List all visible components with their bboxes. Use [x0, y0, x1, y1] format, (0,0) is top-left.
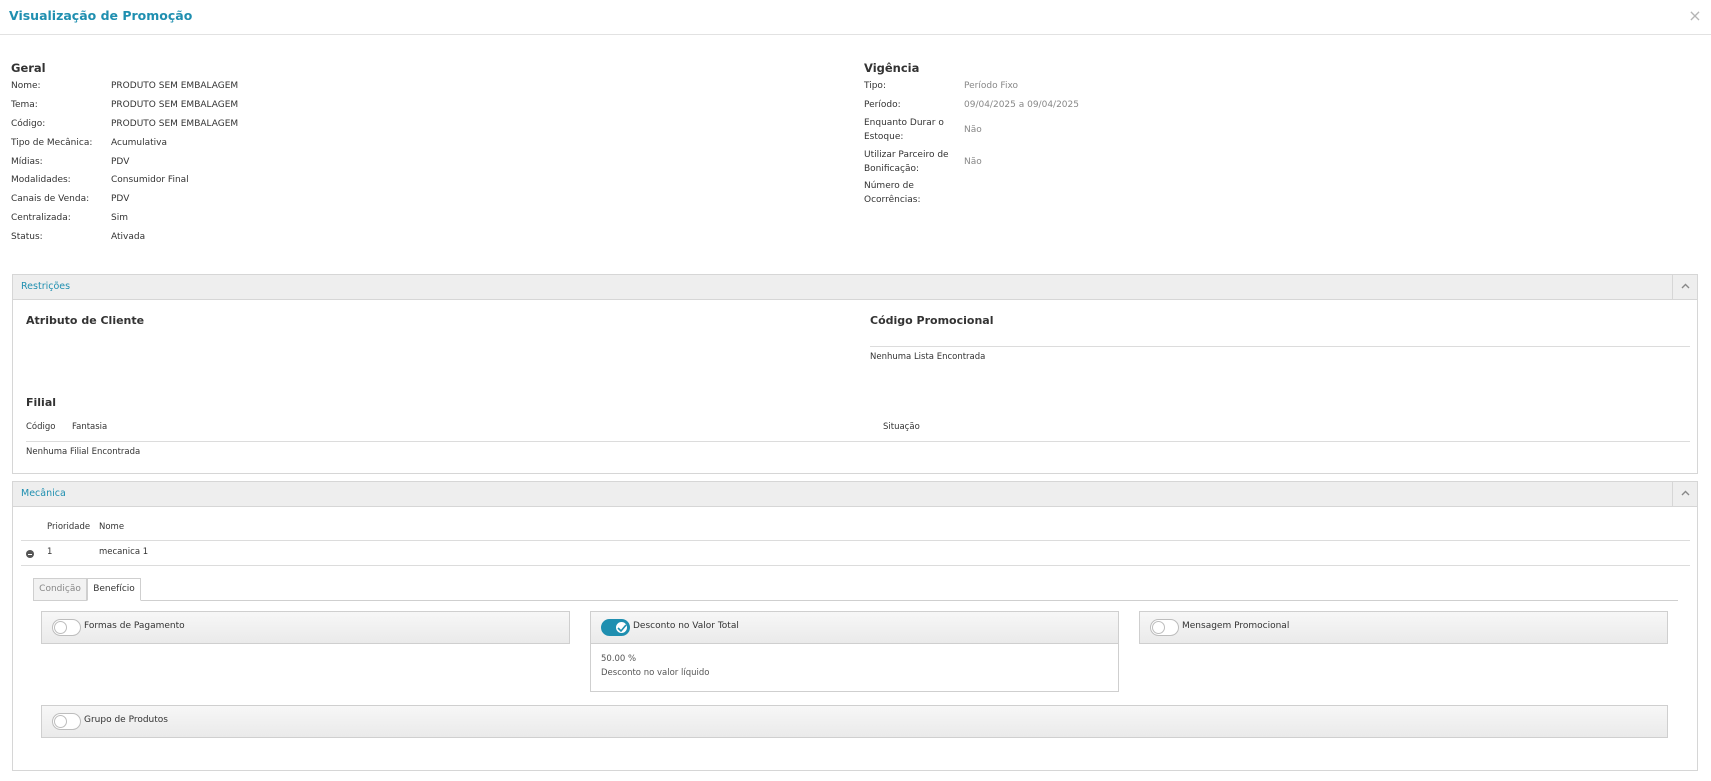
modal-header: Visualização de Promoção × [0, 0, 1711, 35]
formas-pagamento-toggle[interactable] [52, 619, 81, 636]
geral-title: Geral [11, 61, 46, 75]
divider [26, 441, 1690, 442]
field-value: Ativada [111, 232, 146, 242]
filial-title: Filial [26, 396, 57, 409]
restricoes-panel: Restrições Atributo de Cliente Código Pr… [12, 274, 1698, 474]
close-button[interactable]: × [1687, 7, 1703, 25]
mensagem-promocional-label: Mensagem Promocional [1182, 621, 1290, 631]
col-nome[interactable]: Nome [99, 522, 124, 532]
card-formas-pagamento: Formas de Pagamento [41, 611, 570, 644]
modal-title: Visualização de Promoção [9, 8, 193, 23]
card-mensagem-promocional: Mensagem Promocional [1139, 611, 1668, 644]
filial-col-fantasia[interactable]: Fantasia [72, 422, 107, 432]
divider [21, 540, 1690, 541]
ocorrencias-label: Número de Ocorrências: [864, 181, 921, 205]
tab-condicao[interactable]: Condição [33, 578, 87, 601]
chevron-up-icon [1681, 283, 1690, 289]
close-icon: × [1688, 6, 1702, 25]
field-label: Código: [11, 119, 46, 129]
field-label: Canais de Venda: [11, 194, 90, 204]
parceiro-label: Utilizar Parceiro de Bonificação: [864, 150, 949, 174]
card-grupo-produtos: Grupo de Produtos [41, 705, 1668, 738]
field-label: Nome: [11, 81, 41, 91]
filial-col-codigo[interactable]: Código [26, 422, 56, 432]
field-label: Modalidades: [11, 175, 71, 185]
mecanica-panel: Mecânica Prioridade Nome 1 mecanica 1 Co… [12, 481, 1698, 771]
field-label: Status: [11, 232, 43, 242]
field-label: Mídias: [11, 157, 43, 167]
filial-empty-text: Nenhuma Filial Encontrada [26, 447, 141, 457]
tipo-value: Período Fixo [964, 81, 1019, 91]
codigo-empty-text: Nenhuma Lista Encontrada [870, 352, 986, 362]
desconto-valor-total-toggle[interactable] [601, 619, 630, 636]
restricoes-collapse-button[interactable] [1672, 275, 1697, 299]
divider [870, 346, 1690, 347]
tab-bar-line [33, 600, 1678, 601]
field-label: Centralizada: [11, 213, 71, 223]
grupo-produtos-label: Grupo de Produtos [84, 715, 168, 725]
field-value: Acumulativa [111, 138, 168, 148]
mensagem-promocional-toggle[interactable] [1150, 619, 1179, 636]
desconto-description: Desconto no valor líquido [601, 668, 710, 678]
field-value: PDV [111, 194, 130, 204]
restricoes-title: Restrições [21, 281, 71, 292]
mecanica-panel-header[interactable]: Mecânica [13, 482, 1697, 507]
grupo-produtos-toggle[interactable] [52, 713, 81, 730]
filial-col-situacao[interactable]: Situação [883, 422, 920, 432]
check-icon [617, 624, 627, 632]
field-value: Sim [111, 213, 128, 223]
row-nome: mecanica 1 [99, 547, 149, 557]
codigo-promocional-title: Código Promocional [870, 314, 994, 327]
col-prioridade[interactable]: Prioridade [47, 522, 90, 532]
restricoes-panel-header[interactable]: Restrições [13, 275, 1697, 300]
mecanica-collapse-button[interactable] [1672, 482, 1697, 506]
row-prioridade: 1 [47, 547, 53, 557]
desconto-valor-total-label: Desconto no Valor Total [633, 621, 739, 631]
estoque-label: Enquanto Durar o Estoque: [864, 118, 944, 142]
vigencia-title: Vigência [864, 61, 920, 75]
field-value: PRODUTO SEM EMBALAGEM [111, 119, 239, 129]
atributo-cliente-title: Atributo de Cliente [26, 314, 145, 327]
periodo-label: Período: [864, 100, 901, 110]
parceiro-value: Não [964, 157, 982, 167]
field-label: Tema: [11, 100, 38, 110]
field-value: PRODUTO SEM EMBALAGEM [111, 81, 239, 91]
formas-pagamento-label: Formas de Pagamento [84, 621, 185, 631]
field-value: PDV [111, 157, 130, 167]
desconto-detail-body: 50.00 % Desconto no valor líquido [590, 644, 1119, 692]
estoque-value: Não [964, 125, 982, 135]
tab-beneficio[interactable]: Benefício [87, 578, 141, 601]
field-value: PRODUTO SEM EMBALAGEM [111, 100, 239, 110]
row-collapse-icon[interactable] [26, 550, 34, 558]
desconto-percent: 50.00 % [601, 654, 637, 664]
mecanica-title: Mecânica [21, 488, 66, 499]
tipo-label: Tipo: [864, 81, 886, 91]
field-value: Consumidor Final [111, 175, 189, 185]
card-desconto-valor-total: Desconto no Valor Total [590, 611, 1119, 644]
divider [21, 565, 1690, 566]
chevron-up-icon [1681, 490, 1690, 496]
field-label: Tipo de Mecânica: [11, 138, 93, 148]
periodo-value: 09/04/2025 a 09/04/2025 [964, 100, 1079, 110]
